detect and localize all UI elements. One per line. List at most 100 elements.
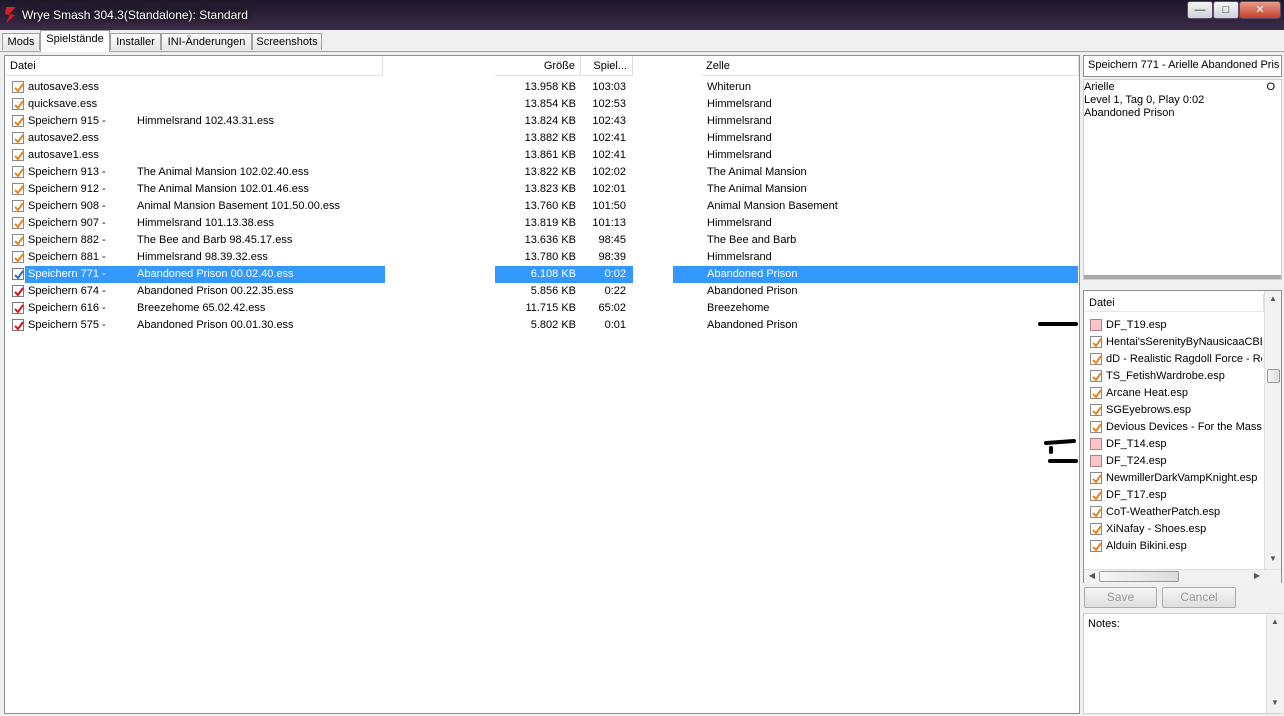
scroll-up-icon[interactable]: ▲ xyxy=(1267,294,1279,303)
master-checkbox[interactable] xyxy=(1090,540,1102,552)
save-cell: Himmelsrand xyxy=(707,115,772,127)
save-checkbox[interactable] xyxy=(12,285,24,297)
save-row[interactable]: Speichern 771 - Abandoned Prison 00.02.40… xyxy=(5,266,1079,283)
save-size: 13.822 KB xyxy=(524,166,576,178)
save-name-field[interactable]: Speichern 771 - Arielle Abandoned Prison xyxy=(1083,55,1282,77)
cancel-button[interactable]: Cancel xyxy=(1162,587,1236,608)
master-row[interactable]: XiNafay - Shoes.esp xyxy=(1084,521,1262,538)
tab-screenshots[interactable]: Screenshots xyxy=(252,33,322,50)
save-row[interactable]: Speichern 616 - Breezehome 65.02.42.ess 11… xyxy=(5,300,1079,317)
master-row[interactable]: CoT-WeatherPatch.esp xyxy=(1084,504,1262,521)
master-checkbox[interactable] xyxy=(1090,387,1102,399)
master-checkbox[interactable] xyxy=(1090,404,1102,416)
minimize-button[interactable]: — xyxy=(1187,1,1213,19)
save-row[interactable]: Speichern 913 - The Animal Mansion 102.02… xyxy=(5,164,1079,181)
maximize-button[interactable]: □ xyxy=(1213,1,1239,19)
master-row[interactable]: Devious Devices - For the Masses xyxy=(1084,419,1262,436)
save-checkbox[interactable] xyxy=(12,268,24,280)
master-row[interactable]: Alduin Bikini.esp xyxy=(1084,538,1262,555)
close-button[interactable]: ✕ xyxy=(1239,1,1281,19)
master-checkbox[interactable] xyxy=(1090,319,1102,331)
save-size: 13.636 KB xyxy=(524,234,576,246)
notes-scroll-down-icon[interactable]: ▼ xyxy=(1269,698,1281,707)
save-size: 13.958 KB xyxy=(524,81,576,93)
save-row[interactable]: autosave3.ess 13.958 KB 103:03 Whiterun xyxy=(5,79,1079,96)
column-header-file[interactable]: Datei xyxy=(5,56,383,76)
masters-list[interactable]: Datei DF_T19.esp Hentai'sSerenityByNausic… xyxy=(1083,290,1282,583)
master-checkbox[interactable] xyxy=(1090,472,1102,484)
title-bar[interactable]: Wrye Smash 304.3(Standalone): Standard —… xyxy=(0,0,1284,30)
save-checkbox[interactable] xyxy=(12,132,24,144)
save-button[interactable]: Save xyxy=(1084,587,1157,608)
masters-vertical-scrollbar[interactable]: ▲ ▼ xyxy=(1264,291,1281,569)
master-checkbox[interactable] xyxy=(1090,523,1102,535)
master-row[interactable]: SGEyebrows.esp xyxy=(1084,402,1262,419)
save-cell: Himmelsrand xyxy=(707,98,772,110)
tab-spielstaende[interactable]: Spielstände xyxy=(40,30,110,52)
master-checkbox[interactable] xyxy=(1090,489,1102,501)
master-checkbox[interactable] xyxy=(1090,455,1102,467)
master-row[interactable]: NewmillerDarkVampKnight.esp xyxy=(1084,470,1262,487)
master-label: CoT-WeatherPatch.esp xyxy=(1106,506,1221,518)
save-row[interactable]: Speichern 912 - The Animal Mansion 102.01… xyxy=(5,181,1079,198)
tab-mods[interactable]: Mods xyxy=(2,33,40,50)
master-checkbox[interactable] xyxy=(1090,421,1102,433)
tab-ini-aenderungen[interactable]: INI-Änderungen xyxy=(161,33,252,50)
save-row[interactable]: Speichern 908 - Animal Mansion Basement 1… xyxy=(5,198,1079,215)
horizontal-scroll-thumb[interactable] xyxy=(1099,571,1179,582)
masters-horizontal-scrollbar[interactable]: ◀ ▶ xyxy=(1084,569,1281,583)
save-checkbox[interactable] xyxy=(12,302,24,314)
save-checkbox[interactable] xyxy=(12,200,24,212)
save-row[interactable]: Speichern 907 - Himmelsrand 101.13.38.ess… xyxy=(5,215,1079,232)
master-row[interactable]: DF_T17.esp xyxy=(1084,487,1262,504)
master-checkbox[interactable] xyxy=(1090,438,1102,450)
save-row[interactable]: autosave1.ess 13.861 KB 102:41 Himmelsrand xyxy=(5,147,1079,164)
master-row[interactable]: Hentai'sSerenityByNausicaaCBBE xyxy=(1084,334,1262,351)
save-row[interactable]: Speichern 674 - Abandoned Prison 00.22.35… xyxy=(5,283,1079,300)
master-row[interactable]: DF_T14.esp xyxy=(1084,436,1262,453)
notes-scrollbar[interactable]: ▲ ▼ xyxy=(1266,614,1283,713)
master-checkbox[interactable] xyxy=(1090,353,1102,365)
save-checkbox[interactable] xyxy=(12,166,24,178)
save-row[interactable]: autosave2.ess 13.882 KB 102:41 Himmelsrand xyxy=(5,130,1079,147)
save-checkbox[interactable] xyxy=(12,81,24,93)
master-row[interactable]: TS_FetishWardrobe.esp xyxy=(1084,368,1262,385)
master-checkbox[interactable] xyxy=(1090,506,1102,518)
master-row[interactable]: dD - Realistic Ragdoll Force - Rea xyxy=(1084,351,1262,368)
notes-field[interactable]: Notes: ▲ ▼ xyxy=(1083,613,1283,714)
master-checkbox[interactable] xyxy=(1090,370,1102,382)
save-row[interactable]: Speichern 915 - Himmelsrand 102.43.31.ess… xyxy=(5,113,1079,130)
tab-installer[interactable]: Installer xyxy=(110,33,161,50)
save-row[interactable]: Speichern 882 - The Bee and Barb 98.45.17… xyxy=(5,232,1079,249)
scroll-right-icon[interactable]: ▶ xyxy=(1252,571,1262,580)
master-checkbox[interactable] xyxy=(1090,336,1102,348)
master-row[interactable]: Arcane Heat.esp xyxy=(1084,385,1262,402)
master-row[interactable]: DF_T24.esp xyxy=(1084,453,1262,470)
master-row[interactable]: DF_T19.esp xyxy=(1084,317,1262,334)
save-checkbox[interactable] xyxy=(12,319,24,331)
column-header-size[interactable]: Größe xyxy=(495,56,581,76)
save-checkbox[interactable] xyxy=(12,115,24,127)
save-name: Speichern 882 - xyxy=(28,234,106,246)
notes-scroll-up-icon[interactable]: ▲ xyxy=(1269,617,1281,626)
scroll-down-icon[interactable]: ▼ xyxy=(1267,554,1279,563)
save-name: Speichern 912 - xyxy=(28,183,106,195)
save-checkbox[interactable] xyxy=(12,183,24,195)
save-checkbox[interactable] xyxy=(12,149,24,161)
save-cell: Himmelsrand xyxy=(707,217,772,229)
save-checkbox[interactable] xyxy=(12,234,24,246)
column-header-play[interactable]: Spiel... xyxy=(581,56,633,76)
column-header-cell[interactable]: Zelle xyxy=(701,56,1079,76)
scroll-left-icon[interactable]: ◀ xyxy=(1087,571,1097,580)
save-row[interactable]: Speichern 575 - Abandoned Prison 00.01.30… xyxy=(5,317,1079,334)
save-row[interactable]: quicksave.ess 13.854 KB 102:53 Himmelsrand xyxy=(5,96,1079,113)
save-name: Speichern 908 - xyxy=(28,200,106,212)
save-checkbox[interactable] xyxy=(12,98,24,110)
save-checkbox[interactable] xyxy=(12,251,24,263)
masters-column-header[interactable]: Datei xyxy=(1084,294,1264,312)
save-cell: Abandoned Prison xyxy=(707,285,798,297)
save-checkbox[interactable] xyxy=(12,217,24,229)
vertical-scroll-thumb[interactable] xyxy=(1267,369,1280,383)
save-row[interactable]: Speichern 881 - Himmelsrand 98.39.32.ess 1… xyxy=(5,249,1079,266)
saves-list[interactable]: Datei Größe Spiel... Zelle autosave3.ess… xyxy=(4,55,1080,714)
